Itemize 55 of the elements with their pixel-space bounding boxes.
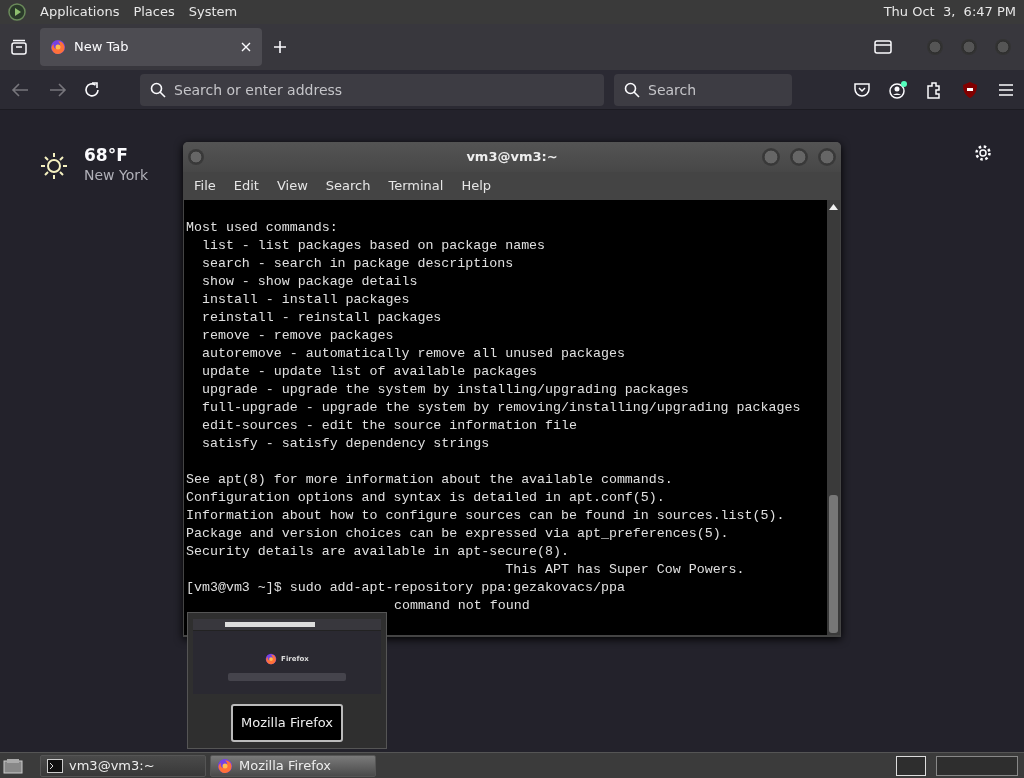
terminal-icon — [47, 758, 63, 773]
menu-item[interactable]: Places — [133, 2, 175, 22]
firefox-icon — [265, 653, 278, 665]
terminal-line: Configuration options and syntax is detailed in apt.conf(5). — [186, 490, 665, 505]
terminal-line: list - list packages based on package names — [200, 238, 546, 253]
close-icon[interactable] — [240, 41, 252, 53]
terminal-line: Information about how to configure sources can be found in sources.list(5). — [186, 508, 785, 523]
search-field[interactable]: Search — [614, 73, 792, 106]
menu-item[interactable]: View — [267, 176, 317, 196]
terminal-line: full-upgrade - upgrade the system by removing/installing/upgrading packages — [200, 400, 801, 415]
scroll-up-icon[interactable] — [829, 204, 838, 210]
new-tab-icon[interactable] — [272, 39, 288, 55]
folder-icon[interactable] — [874, 39, 892, 55]
location: New York — [84, 165, 149, 185]
terminal-line: remove - remove packages — [200, 328, 394, 343]
terminal-line: This APT has Super Cow Powers. — [504, 562, 745, 577]
clock[interactable]: Thu Oct 3, 6:47 PM — [883, 2, 1016, 22]
taskbar-button[interactable]: Mozilla Firefox — [210, 754, 376, 777]
browser-tab[interactable]: New Tab — [40, 28, 262, 66]
terminal-line: [vm3@vm3 ~]$ sudo add-apt-repository ppa:gezakovacs/ppa — [186, 580, 625, 595]
window-label: Mozilla Firefox — [231, 704, 343, 742]
firefox-icon — [50, 39, 66, 55]
taskbar-button[interactable]: vm3@vm3:~ — [40, 754, 206, 777]
terminal-line: install - install packages — [200, 292, 410, 307]
menu-item[interactable]: File — [185, 176, 225, 196]
menu-item[interactable]: Applications — [40, 2, 120, 22]
terminal-line: search - search in package descriptions — [200, 256, 514, 271]
launcher-icon[interactable] — [8, 3, 26, 21]
terminal-line: autoremove - automatically remove all unused packages — [200, 346, 625, 361]
firefox-icon — [217, 757, 233, 774]
terminal-line: command not found — [394, 598, 530, 613]
terminal-line: update - update list of available packages — [200, 364, 538, 379]
terminal-line: show - show package details — [200, 274, 418, 289]
terminal-line: Package and version choices can be expressed via apt_preferences(5). — [186, 526, 729, 541]
window-title: vm3@vm3:~ — [466, 148, 558, 167]
terminal-line: upgrade - upgrade the system by installing/upgrading packages — [200, 382, 689, 397]
menu-item[interactable]: Help — [452, 176, 501, 196]
temperature: 68°F — [84, 146, 129, 165]
scrollbar[interactable] — [827, 200, 840, 635]
menu-item[interactable]: Edit — [224, 176, 268, 196]
terminal-line: satisfy - satisfy dependency strings — [200, 436, 490, 451]
account-icon[interactable] — [888, 79, 908, 100]
terminal-line: edit-sources - edit the source information file — [200, 418, 577, 433]
terminal-line: reinstall - reinstall packages — [200, 310, 442, 325]
scroll-thumb[interactable] — [829, 495, 838, 633]
settings-icon[interactable] — [974, 144, 992, 162]
terminal-line: Most used commands: — [186, 220, 338, 235]
menu-item[interactable]: Search — [316, 176, 380, 196]
address-field[interactable]: Search or enter address — [140, 73, 604, 106]
menu-item[interactable]: Terminal — [379, 176, 453, 196]
terminal-line: Security details are available in apt-secure(8). — [186, 544, 569, 559]
sun-icon — [40, 151, 68, 180]
menu-item[interactable]: System — [188, 2, 238, 22]
terminal-line: See apt(8) for more information about the available commands. — [186, 472, 673, 487]
shield-icon[interactable] — [960, 79, 980, 100]
